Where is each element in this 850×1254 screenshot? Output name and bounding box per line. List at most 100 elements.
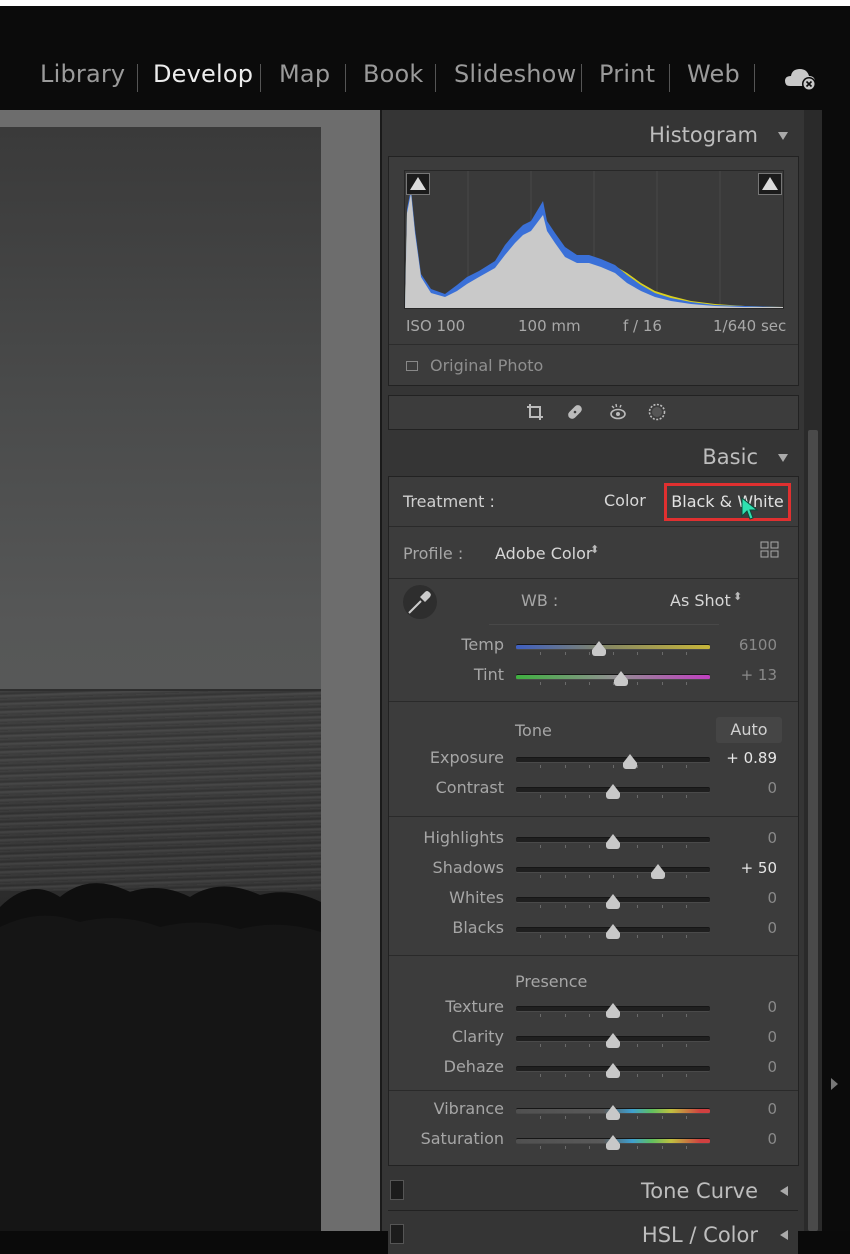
clarity-slider-tick xyxy=(540,1044,541,1047)
profile-dropdown[interactable]: Adobe Color xyxy=(495,544,592,563)
exposure-slider-tick xyxy=(565,765,566,768)
contrast-slider-handle[interactable] xyxy=(606,784,620,799)
shadows-slider-tick xyxy=(540,875,541,878)
treatment-color-button[interactable]: Color xyxy=(604,491,646,510)
crop-icon[interactable] xyxy=(526,403,544,421)
white-balance-eyedropper-icon[interactable] xyxy=(403,585,437,619)
expand-triangle-icon[interactable] xyxy=(780,1230,788,1240)
highlights-slider-handle[interactable] xyxy=(606,834,620,849)
texture-slider-handle[interactable] xyxy=(606,1003,620,1018)
clarity-slider-tick xyxy=(662,1044,663,1047)
profile-dropdown-arrows-icon[interactable]: ⬍ xyxy=(590,543,599,556)
tint-label: Tint xyxy=(473,665,504,684)
tint-slider-track[interactable] xyxy=(516,674,710,680)
cloud-sync-icon[interactable] xyxy=(784,64,820,92)
tint-value[interactable]: + 13 xyxy=(717,666,777,684)
histogram-graph[interactable] xyxy=(404,170,784,309)
tint-slider-handle[interactable] xyxy=(614,671,628,686)
exposure-value[interactable]: + 0.89 xyxy=(717,749,777,767)
module-map[interactable]: Map xyxy=(279,60,330,88)
exposure-slider-tick xyxy=(686,765,687,768)
wb-dropdown-arrows-icon[interactable]: ⬍ xyxy=(733,590,742,603)
clarity-value[interactable]: 0 xyxy=(717,1028,777,1046)
contrast-slider-tick xyxy=(686,795,687,798)
shadows-slider-tick xyxy=(686,875,687,878)
temp-slider-handle[interactable] xyxy=(592,641,606,656)
shadow-clipping-toggle[interactable] xyxy=(406,173,430,195)
temp-slider-tick xyxy=(637,652,638,655)
module-print[interactable]: Print xyxy=(599,60,655,88)
shadows-slider-handle[interactable] xyxy=(651,864,665,879)
vibrance-value[interactable]: 0 xyxy=(717,1100,777,1118)
collapse-triangle-icon[interactable] xyxy=(778,454,788,462)
module-web[interactable]: Web xyxy=(687,60,740,88)
module-book[interactable]: Book xyxy=(363,60,424,88)
module-library[interactable]: Library xyxy=(40,60,125,88)
profile-browser-grid-icon[interactable] xyxy=(760,541,780,559)
basic-title: Basic xyxy=(702,445,758,469)
shadows-slider-tick xyxy=(637,875,638,878)
dehaze-slider-handle[interactable] xyxy=(606,1063,620,1078)
basic-header[interactable]: Basic xyxy=(388,434,798,478)
temp-value[interactable]: 6100 xyxy=(717,636,777,654)
dehaze-value[interactable]: 0 xyxy=(717,1058,777,1076)
photo-sea xyxy=(0,691,321,891)
expand-right-panel-arrow-icon[interactable] xyxy=(831,1078,838,1090)
exposure-slider-track[interactable] xyxy=(516,757,710,763)
whites-slider-tick xyxy=(540,905,541,908)
module-slideshow[interactable]: Slideshow xyxy=(454,60,576,88)
contrast-value[interactable]: 0 xyxy=(717,779,777,797)
histogram-header[interactable]: Histogram xyxy=(388,112,798,156)
blacks-slider-tick xyxy=(686,935,687,938)
highlights-value[interactable]: 0 xyxy=(717,829,777,847)
exif-focal-length: 100 mm xyxy=(518,317,581,335)
panel-edge xyxy=(822,110,850,1231)
vibrance-slider-handle[interactable] xyxy=(606,1105,620,1120)
shadows-slider-track[interactable] xyxy=(516,867,710,873)
masking-icon[interactable] xyxy=(648,403,666,421)
texture-value[interactable]: 0 xyxy=(717,998,777,1016)
original-photo-checkbox[interactable] xyxy=(406,361,418,371)
temp-slider-track[interactable] xyxy=(516,644,710,650)
highlight-clipping-toggle[interactable] xyxy=(758,173,782,195)
module-develop[interactable]: Develop xyxy=(153,60,253,88)
shadows-value[interactable]: + 50 xyxy=(717,859,777,877)
saturation-value[interactable]: 0 xyxy=(717,1130,777,1148)
contrast-slider-tick xyxy=(565,795,566,798)
whites-slider-handle[interactable] xyxy=(606,894,620,909)
clarity-slider-tick xyxy=(565,1044,566,1047)
photo-preview[interactable] xyxy=(0,127,321,1231)
hsl-color-title: HSL / Color xyxy=(641,1223,758,1247)
histogram-panel: ISO 100 100 mm f / 16 1/640 sec Original… xyxy=(388,156,799,386)
tone-curve-header[interactable]: Tone Curve xyxy=(388,1168,798,1210)
clarity-slider-tick xyxy=(589,1044,590,1047)
hsl-color-toggle[interactable] xyxy=(390,1224,404,1244)
saturation-slider-tick xyxy=(540,1146,541,1149)
hsl-color-header[interactable]: HSL / Color xyxy=(388,1212,798,1254)
section-divider xyxy=(388,1210,798,1211)
collapse-triangle-icon[interactable] xyxy=(778,132,788,140)
texture-slider-tick xyxy=(540,1014,541,1017)
expand-triangle-icon[interactable] xyxy=(780,1186,788,1196)
saturation-slider-handle[interactable] xyxy=(606,1135,620,1150)
panel-scrollbar-thumb[interactable] xyxy=(808,430,818,1231)
auto-tone-button[interactable]: Auto xyxy=(716,717,782,743)
vibrance-slider-tick xyxy=(589,1116,590,1119)
healing-icon[interactable] xyxy=(566,403,584,421)
blacks-slider-handle[interactable] xyxy=(606,924,620,939)
red-eye-icon[interactable] xyxy=(609,403,627,421)
module-separator xyxy=(435,64,436,92)
exposure-slider-handle[interactable] xyxy=(623,754,637,769)
blacks-value[interactable]: 0 xyxy=(717,919,777,937)
saturation-slider-tick xyxy=(565,1146,566,1149)
module-separator xyxy=(581,64,582,92)
dehaze-slider-tick xyxy=(589,1074,590,1077)
whites-value[interactable]: 0 xyxy=(717,889,777,907)
treatment-black-white-button[interactable]: Black & White xyxy=(664,483,791,521)
saturation-slider-tick xyxy=(686,1146,687,1149)
wb-dropdown[interactable]: As Shot xyxy=(670,591,731,610)
histogram-divider xyxy=(389,344,798,345)
tone-curve-toggle[interactable] xyxy=(390,1180,404,1200)
image-view-area[interactable] xyxy=(0,110,380,1231)
clarity-slider-handle[interactable] xyxy=(606,1033,620,1048)
